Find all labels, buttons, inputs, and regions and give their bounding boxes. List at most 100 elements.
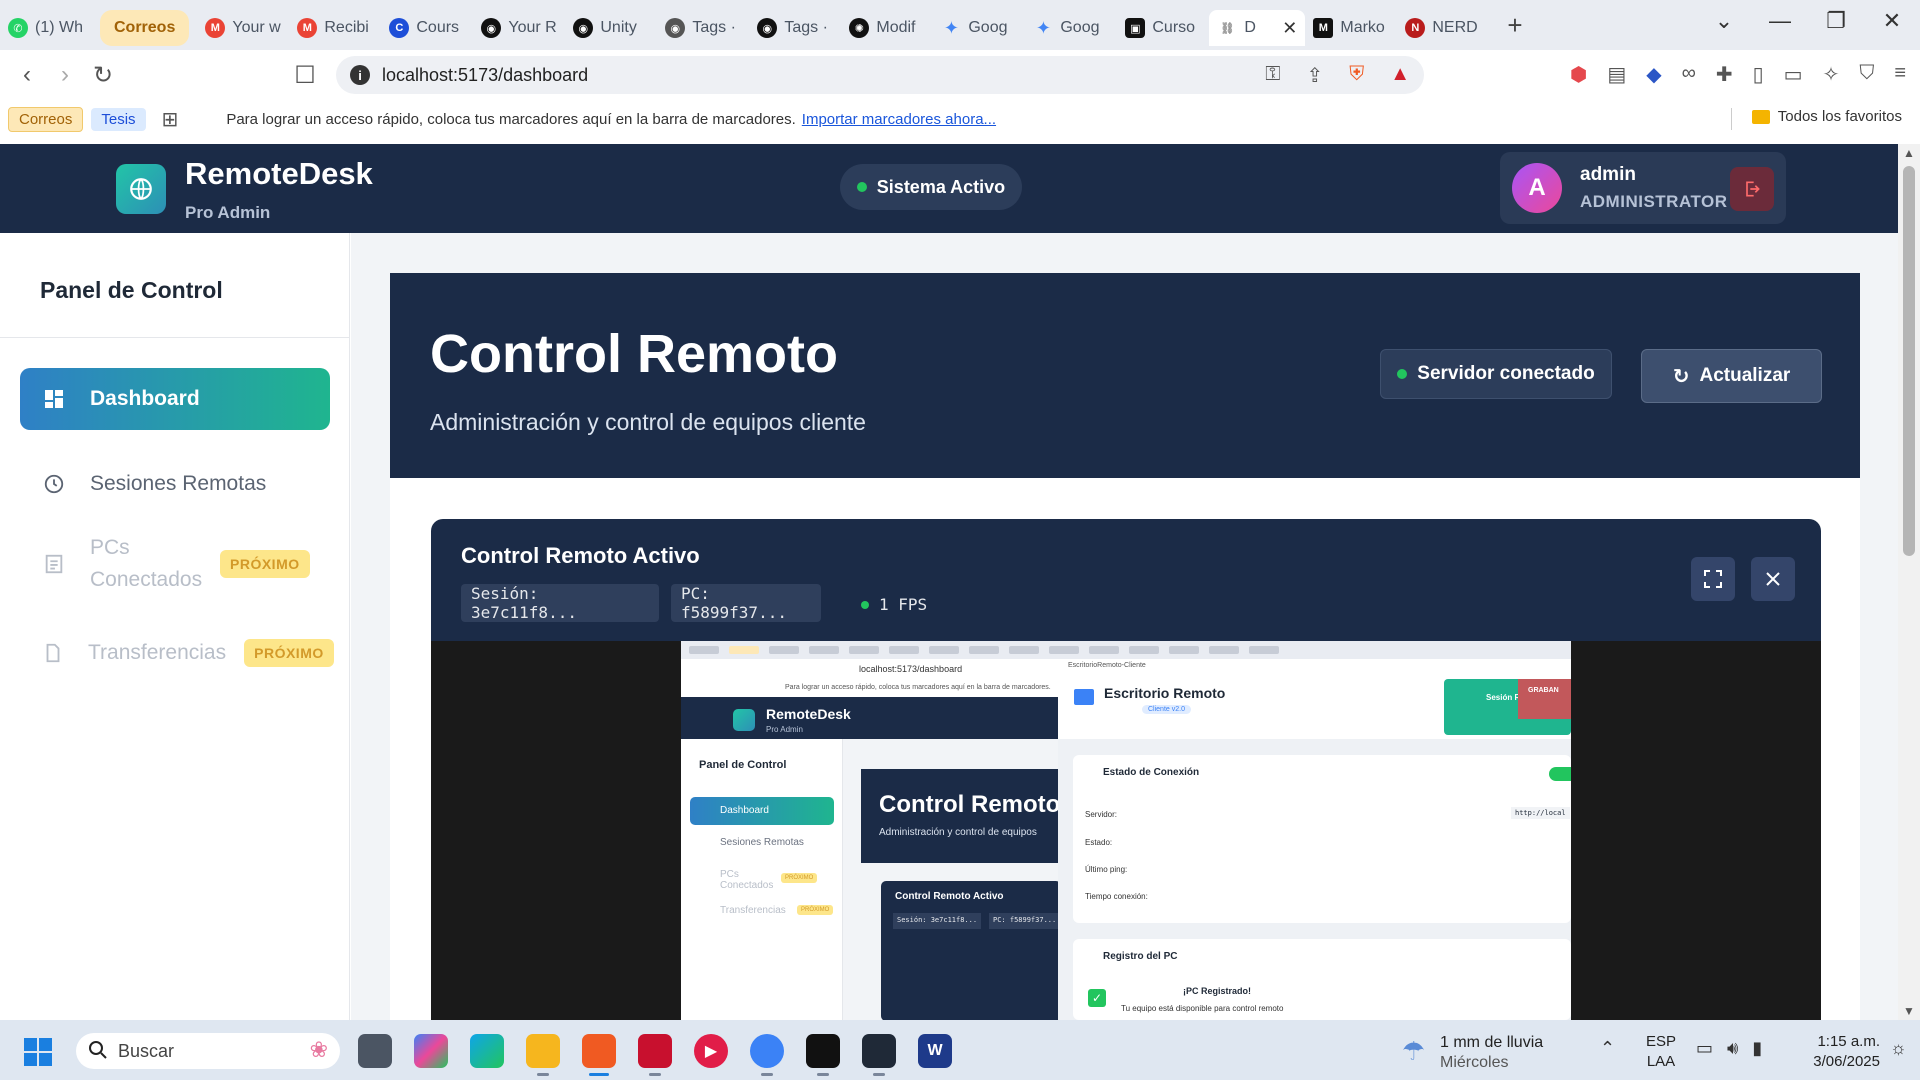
- extension-icon-1[interactable]: ▤: [1607, 62, 1626, 87]
- divider: [1731, 108, 1732, 130]
- brave-rewards-icon[interactable]: ▲: [1390, 63, 1410, 88]
- scroll-up-icon[interactable]: ▲: [1898, 144, 1920, 162]
- display-icon[interactable]: ▭: [1696, 1038, 1713, 1059]
- all-favorites[interactable]: Todos los favoritos: [1751, 108, 1902, 125]
- tab-nerd[interactable]: N NERD: [1397, 10, 1489, 46]
- share-icon[interactable]: ⇪: [1306, 63, 1323, 88]
- sidebar-item-pcs[interactable]: PCs Conectados PRÓXIMO: [20, 528, 330, 600]
- minimize-button[interactable]: —: [1752, 8, 1808, 34]
- media-player-icon[interactable]: ▶: [694, 1034, 728, 1068]
- key-icon[interactable]: ⚿: [1265, 63, 1280, 88]
- taskbar-search[interactable]: Buscar ❀: [76, 1033, 340, 1069]
- sidebar-item-sesiones[interactable]: Sesiones Remotas: [20, 453, 330, 515]
- terminal-icon[interactable]: [862, 1034, 896, 1076]
- apps-grid-icon[interactable]: ⊞: [162, 107, 179, 132]
- new-tab-button[interactable]: +: [1507, 10, 1522, 41]
- fullscreen-button[interactable]: [1691, 557, 1735, 601]
- notification-icon[interactable]: ☼: [1890, 1038, 1907, 1059]
- close-window-button[interactable]: ✕: [1864, 8, 1920, 34]
- extension-icon-2[interactable]: ◆: [1646, 62, 1661, 87]
- vpn-icon[interactable]: ⛉: [1859, 62, 1874, 87]
- time: 1:15 a.m.: [1817, 1033, 1880, 1050]
- url-text[interactable]: localhost:5173/dashboard: [382, 65, 588, 86]
- sidebar-item-transferencias[interactable]: Transferencias PRÓXIMO: [20, 623, 334, 683]
- tab-github-2[interactable]: ◉ Unity: [565, 10, 657, 46]
- clock[interactable]: 1:15 a.m. 3/06/2025: [1792, 1032, 1880, 1072]
- tab-label: Goog: [968, 19, 1008, 36]
- tab-group-correos[interactable]: Correos: [100, 10, 190, 46]
- docker-icon[interactable]: [750, 1034, 784, 1076]
- bookmark-group-correos[interactable]: Correos: [8, 106, 84, 132]
- battery-icon[interactable]: ▮: [1752, 1038, 1762, 1059]
- tab-gemini-2[interactable]: ✦ Goog: [1025, 10, 1117, 46]
- edge-icon[interactable]: [470, 1034, 504, 1068]
- window-controls: ⌄ — ❐ ✕: [1696, 8, 1920, 34]
- tab-cursor[interactable]: ▣ Curso: [1117, 10, 1209, 46]
- close-session-button[interactable]: [1751, 557, 1795, 601]
- adblock-icon[interactable]: ⬢: [1570, 62, 1587, 87]
- tab-whatsapp[interactable]: ✆ (1) Wh: [0, 10, 92, 46]
- game-app-icon[interactable]: [638, 1034, 672, 1076]
- sidebar-item-label: Sesiones Remotas: [90, 472, 267, 495]
- tab-gmail-1[interactable]: M Your w: [197, 10, 289, 46]
- forward-button[interactable]: ›: [46, 61, 84, 89]
- start-button[interactable]: [24, 1038, 54, 1066]
- remote-screen-stream[interactable]: localhost:5173/dashboard Para lograr un …: [431, 641, 1821, 1020]
- app-header: RemoteDesk Pro Admin Sistema Activo A ad…: [0, 144, 1898, 233]
- word-icon[interactable]: W: [918, 1034, 952, 1068]
- close-tab-icon[interactable]: ✕: [1282, 18, 1297, 39]
- tab-github-3[interactable]: ◉ Tags ·: [657, 10, 749, 46]
- bookmark-group-tesis[interactable]: Tesis: [91, 107, 146, 131]
- tab-openai[interactable]: ✺ Modif: [841, 10, 933, 46]
- preview-remote-card: Control Remoto Activo Sesión: 3e7c11f8..…: [881, 881, 1061, 1020]
- task-view-icon[interactable]: [358, 1034, 392, 1068]
- import-bookmarks-link[interactable]: Importar marcadores ahora...: [802, 111, 996, 128]
- weather-widget[interactable]: ☂ 1 mm de lluvia Miércoles: [1402, 1032, 1592, 1072]
- brave-shield-icon[interactable]: ⛨: [1349, 63, 1364, 88]
- tab-medium[interactable]: M Marko: [1305, 10, 1397, 46]
- file-explorer-icon[interactable]: [526, 1034, 560, 1076]
- tab-github-4[interactable]: ◉ Tags ·: [749, 10, 841, 46]
- client-ping-label: Último ping:: [1085, 865, 1128, 874]
- reload-button[interactable]: ↻: [84, 61, 122, 90]
- back-button[interactable]: ‹: [8, 61, 46, 89]
- tab-search-icon[interactable]: ⌄: [1696, 8, 1752, 34]
- scrollbar-thumb[interactable]: [1903, 166, 1915, 556]
- maximize-button[interactable]: ❐: [1808, 8, 1864, 34]
- chevron-up-icon[interactable]: ⌃: [1600, 1038, 1615, 1059]
- bookmark-icon[interactable]: ☐: [286, 61, 324, 90]
- language-indicator[interactable]: ESP LAA: [1646, 1032, 1676, 1072]
- brave-icon[interactable]: [582, 1034, 616, 1076]
- refresh-button[interactable]: ↻ Actualizar: [1641, 349, 1822, 403]
- volume-icon[interactable]: 🔊︎: [1727, 1038, 1738, 1059]
- cursor-app-icon[interactable]: [806, 1034, 840, 1076]
- client-server-label: Servidor:: [1085, 810, 1118, 819]
- menu-icon[interactable]: ≡: [1894, 62, 1906, 87]
- tab-dashboard-active[interactable]: ⛓ D ✕: [1209, 10, 1306, 46]
- leo-icon[interactable]: ✧: [1823, 62, 1840, 87]
- puzzle-icon[interactable]: ✚: [1716, 62, 1733, 87]
- sidebar-item-dashboard[interactable]: Dashboard: [20, 368, 330, 430]
- tab-github-1[interactable]: ◉ Your R: [473, 10, 565, 46]
- address-bar[interactable]: i localhost:5173/dashboard ⚿ ⇪ ⛨ ▲: [336, 56, 1424, 94]
- site-info-icon[interactable]: i: [350, 65, 370, 85]
- sidebar-toggle-icon[interactable]: ▯: [1753, 62, 1764, 87]
- tab-gmail-2[interactable]: M Recibi: [289, 10, 381, 46]
- flower-icon: ❀: [309, 1037, 328, 1062]
- system-tray: ▭ 🔊︎ ▮: [1696, 1038, 1762, 1059]
- client-app-window: EscritorioRemoto-Cliente Escritorio Remo…: [1058, 659, 1571, 1020]
- page-scrollbar[interactable]: ▲ ▼: [1898, 144, 1920, 1020]
- tab-gemini-1[interactable]: ✦ Goog: [933, 10, 1025, 46]
- client-state-label: Estado:: [1085, 838, 1113, 847]
- lang-2: LAA: [1646, 1053, 1676, 1070]
- remote-screen-image[interactable]: localhost:5173/dashboard Para lograr un …: [681, 641, 1571, 1020]
- scroll-down-icon[interactable]: ▼: [1898, 1002, 1920, 1020]
- weather-line-2: Miércoles: [1440, 1054, 1509, 1071]
- search-icon: [88, 1040, 108, 1065]
- wallet-icon[interactable]: ▭: [1784, 62, 1803, 87]
- copilot-icon[interactable]: [414, 1034, 448, 1068]
- extension-icon-3[interactable]: ∞: [1682, 62, 1696, 87]
- logout-button[interactable]: [1730, 167, 1774, 211]
- preview-pc-chip: PC: f5899f37...: [989, 913, 1061, 929]
- tab-coursera[interactable]: C Cours: [381, 10, 473, 46]
